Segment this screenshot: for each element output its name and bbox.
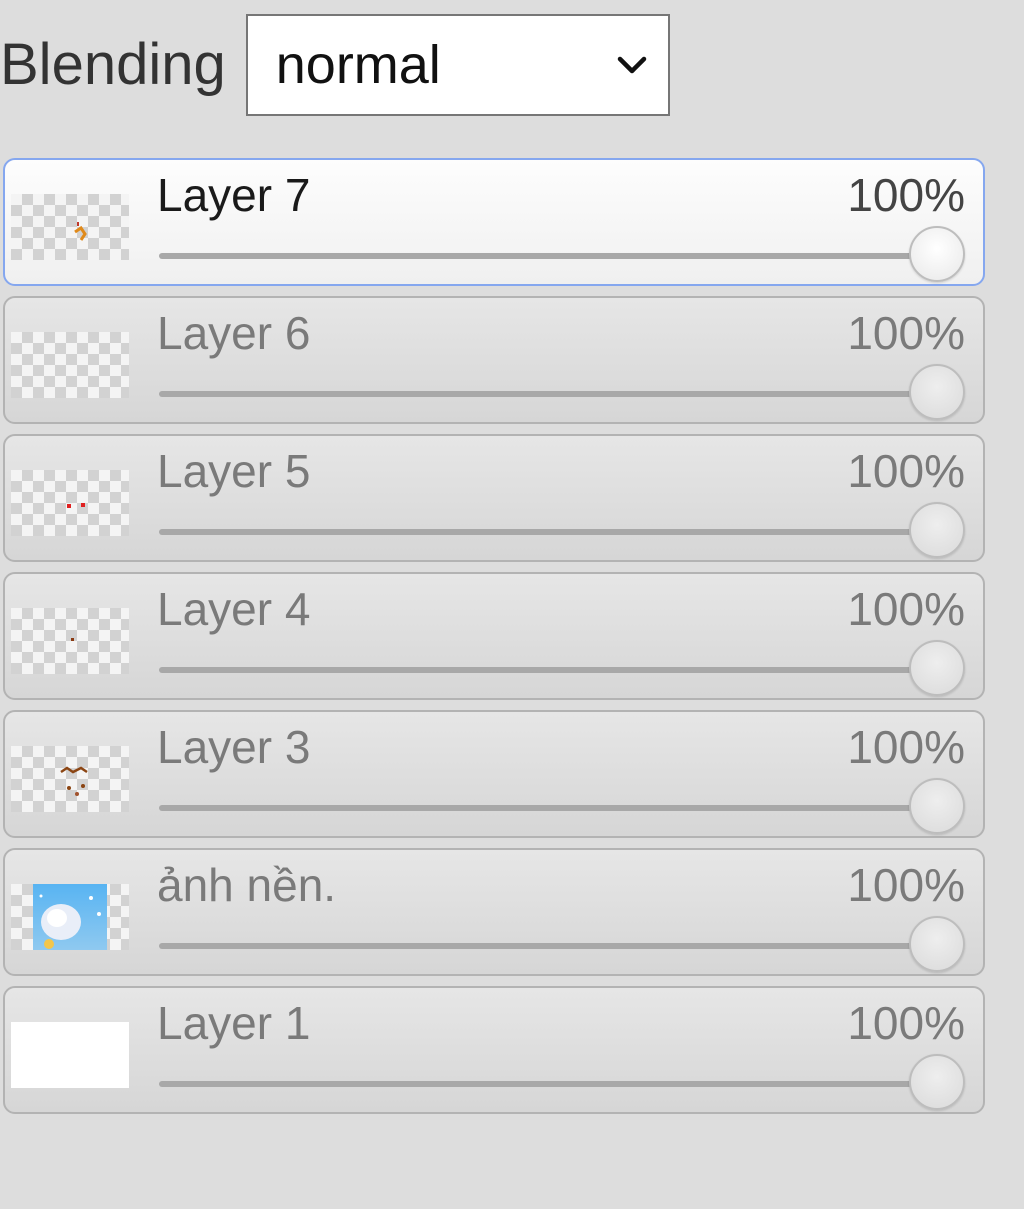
layer-thumbnail <box>11 608 129 674</box>
opacity-slider-track[interactable] <box>159 667 949 673</box>
layer-row[interactable]: Layer 6 100% <box>3 296 985 424</box>
layer-opacity-value: 100% <box>847 583 965 635</box>
opacity-slider-thumb[interactable] <box>909 364 965 420</box>
layer-row[interactable]: Layer 1 100% <box>3 986 985 1114</box>
opacity-slider-thumb[interactable] <box>909 1054 965 1110</box>
chevron-down-icon <box>616 49 648 81</box>
opacity-slider-thumb[interactable] <box>909 916 965 972</box>
layer-opacity-value: 100% <box>847 307 965 359</box>
layer-name: ảnh nền. <box>157 859 337 911</box>
blending-row: Blending normal <box>0 12 670 118</box>
opacity-slider-track[interactable] <box>159 253 949 259</box>
layer-name: Layer 3 <box>157 721 311 773</box>
opacity-slider-thumb[interactable] <box>909 502 965 558</box>
layer-name: Layer 6 <box>157 307 311 359</box>
layer-thumbnail <box>11 746 129 812</box>
blending-mode-select[interactable]: normal <box>245 14 670 116</box>
layer-name: Layer 7 <box>157 169 311 221</box>
layer-opacity-value: 100% <box>847 721 965 773</box>
layer-thumbnail <box>11 470 129 536</box>
opacity-slider-track[interactable] <box>159 391 949 397</box>
layer-row[interactable]: Layer 7 100% <box>3 158 985 286</box>
layer-name: Layer 5 <box>157 445 311 497</box>
blending-mode-value: normal <box>275 35 441 95</box>
layer-opacity-value: 100% <box>847 859 965 911</box>
opacity-slider-track[interactable] <box>159 943 949 949</box>
layer-opacity-value: 100% <box>847 997 965 1049</box>
opacity-slider-track[interactable] <box>159 805 949 811</box>
layer-opacity-value: 100% <box>847 445 965 497</box>
opacity-slider-thumb[interactable] <box>909 778 965 834</box>
layer-name: Layer 4 <box>157 583 311 635</box>
opacity-slider-thumb[interactable] <box>909 226 965 282</box>
layer-thumbnail <box>11 332 129 398</box>
layer-name: Layer 1 <box>157 997 311 1049</box>
blending-label: Blending <box>0 32 226 97</box>
layer-thumbnail <box>11 1022 129 1088</box>
layer-opacity-value: 100% <box>847 169 965 221</box>
layers-panel: Blending normal Layer 7 100% Layer 6 100% La… <box>0 0 1024 1209</box>
opacity-slider-track[interactable] <box>159 1081 949 1087</box>
opacity-slider-track[interactable] <box>159 529 949 535</box>
layer-row[interactable]: Layer 4 100% <box>3 572 985 700</box>
layer-row[interactable]: Layer 5 100% <box>3 434 985 562</box>
opacity-slider-thumb[interactable] <box>909 640 965 696</box>
layer-row[interactable]: Layer 3 100% <box>3 710 985 838</box>
layer-list: Layer 7 100% Layer 6 100% Layer 5 100% Layer 4… <box>3 158 985 1124</box>
layer-thumbnail <box>11 194 129 260</box>
layer-row[interactable]: ảnh nền. 100% <box>3 848 985 976</box>
layer-thumbnail <box>11 884 129 950</box>
